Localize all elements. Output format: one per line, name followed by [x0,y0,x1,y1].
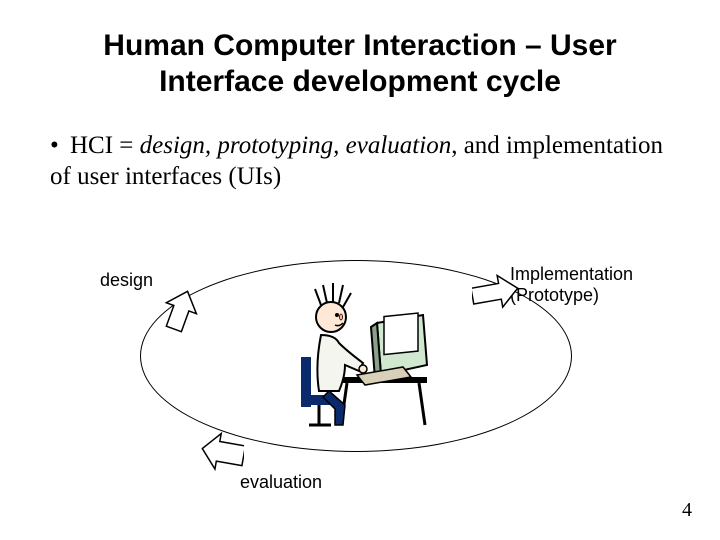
label-implementation: Implementation (Prototype) [510,264,633,305]
title-line-1: Human Computer Interaction – User [103,29,616,62]
person-computer-icon [285,265,435,435]
title-line-2: Interface development cycle [159,65,561,98]
label-impl-line2: (Prototype) [510,285,599,305]
label-design: design [100,270,153,291]
cycle-diagram: design Implementation (Prototype) evalua… [0,240,720,540]
bullet-marker: • [50,130,70,161]
arrow-evaluation-icon [200,430,244,474]
bullet-text: •HCI = design, prototyping, evaluation, … [0,100,720,193]
arrow-implementation-icon [472,274,520,310]
bullet-italic: design, prototyping, evaluation [140,132,452,159]
bullet-prefix: HCI = [70,132,140,159]
page-number: 4 [682,499,692,522]
arrow-design-icon [160,290,200,335]
label-impl-line1: Implementation [510,264,633,284]
label-evaluation: evaluation [240,472,322,493]
slide-title: Human Computer Interaction – User Interf… [0,0,720,100]
